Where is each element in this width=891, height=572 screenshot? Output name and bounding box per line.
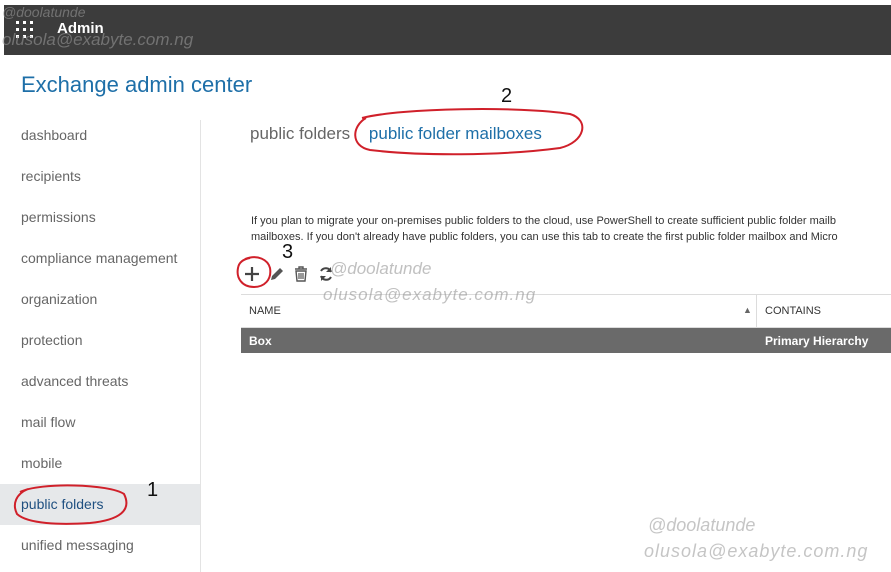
sidebar-item-mail-flow[interactable]: mail flow [0,402,200,443]
sidebar-item-advanced-threats[interactable]: advanced threats [0,361,200,402]
tab-public-folders[interactable]: public folders [250,124,350,144]
sidebar-item-permissions[interactable]: permissions [0,197,200,238]
sidebar-item-compliance-management[interactable]: compliance management [0,238,200,279]
cell-name: Box [249,334,272,348]
annotation-step-3: 3 [282,241,294,263]
delete-icon[interactable] [292,265,310,283]
sidebar-nav: dashboard recipients permissions complia… [0,115,200,566]
annotation-step-1: 1 [147,479,159,501]
sidebar-item-mobile[interactable]: mobile [0,443,200,484]
tab-public-folder-mailboxes[interactable]: public folder mailboxes [369,124,542,144]
info-line-1: If you plan to migrate your on-premises … [251,215,836,227]
watermark-handle-bottom: @doolatunde [648,515,756,535]
page-title: Exchange admin center [21,72,253,97]
tab-bar: public folders public folder mailboxes [250,124,542,144]
sidebar-item-recipients[interactable]: recipients [0,156,200,197]
column-separator [756,295,757,327]
sidebar-item-unified-messaging[interactable]: unified messaging [0,525,200,566]
cell-contains: Primary Hierarchy [765,334,869,348]
column-header-contains[interactable]: CONTAINS [765,305,821,317]
watermark-handle-middle: @doolatunde [330,259,432,278]
info-text: If you plan to migrate your on-premises … [251,213,891,245]
annotation-step-2: 2 [501,85,513,107]
watermark-email-top: olusola@exabyte.com.ng [2,30,194,49]
column-header-name[interactable]: NAME [249,305,281,317]
edit-icon[interactable] [268,265,286,283]
sidebar-item-dashboard[interactable]: dashboard [0,115,200,156]
watermark-email-middle: olusola@exabyte.com.ng [323,285,537,304]
add-icon[interactable] [243,265,261,283]
watermark-handle-top: @doolatunde [2,4,86,20]
table-row[interactable]: Box Primary Hierarchy [241,328,891,353]
sidebar-divider [200,120,201,572]
info-line-2: mailboxes. If you don't already have pub… [251,231,838,243]
sort-ascending-icon[interactable]: ▲ [743,305,752,315]
sidebar-item-protection[interactable]: protection [0,320,200,361]
sidebar-item-organization[interactable]: organization [0,279,200,320]
sidebar-item-public-folders[interactable]: public folders [0,484,200,525]
watermark-email-bottom: olusola@exabyte.com.ng [644,541,869,561]
